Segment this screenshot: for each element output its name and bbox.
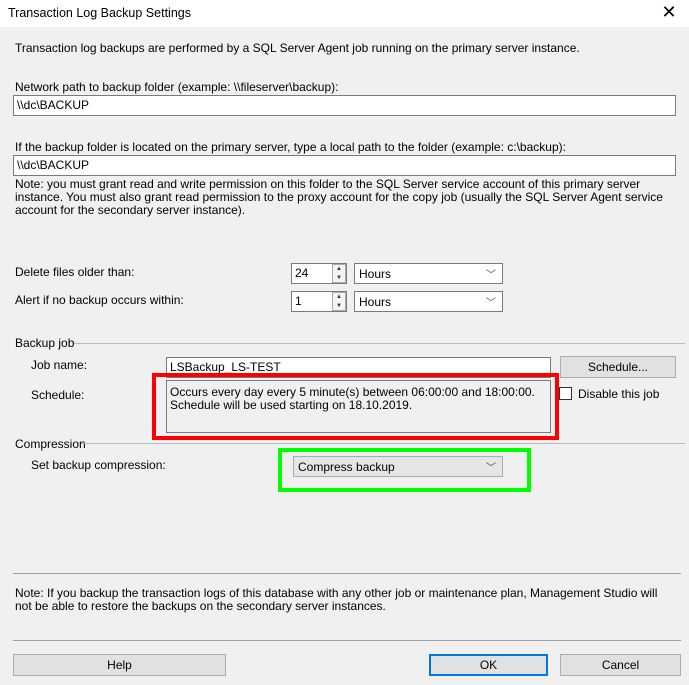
- schedule-highlight: [152, 373, 559, 440]
- section-divider: [74, 343, 685, 344]
- alert-unit-select[interactable]: Hours ﹀: [354, 291, 503, 312]
- disable-job-label[interactable]: Disable this job: [578, 387, 659, 401]
- divider: [13, 573, 681, 574]
- delete-unit-value: Hours: [359, 267, 392, 281]
- alert-unit-value: Hours: [359, 295, 392, 309]
- window-title: Transaction Log Backup Settings: [8, 6, 191, 20]
- job-name-label: Job name:: [31, 358, 88, 372]
- up-arrow-icon[interactable]: ▲: [333, 293, 345, 302]
- divider: [13, 640, 681, 641]
- compression-label: Set backup compression:: [31, 458, 166, 472]
- schedule-button[interactable]: Schedule...: [560, 356, 676, 378]
- compression-highlight: [278, 448, 531, 492]
- up-arrow-icon[interactable]: ▲: [333, 265, 345, 274]
- local-path-input[interactable]: \\dc\BACKUP: [13, 155, 676, 176]
- compression-section-label: Compression: [15, 437, 86, 451]
- close-icon[interactable]: ✕: [657, 2, 681, 23]
- ok-button[interactable]: OK: [429, 654, 548, 676]
- down-arrow-icon[interactable]: ▼: [333, 274, 345, 283]
- backup-job-section-label: Backup job: [15, 336, 75, 350]
- chevron-down-icon: ﹀: [486, 298, 496, 309]
- delete-files-label: Delete files older than:: [15, 265, 135, 279]
- network-path-label: Network path to backup folder (example: …: [15, 80, 339, 94]
- section-divider: [81, 443, 685, 444]
- alert-spinner[interactable]: ▲ ▼: [332, 292, 346, 311]
- cancel-button[interactable]: Cancel: [560, 654, 681, 676]
- permission-note: Note: you must grant read and write perm…: [15, 177, 663, 217]
- delete-files-spinner[interactable]: ▲ ▼: [332, 264, 346, 283]
- local-path-label: If the backup folder is located on the p…: [15, 140, 566, 154]
- chevron-down-icon: ﹀: [486, 270, 496, 281]
- down-arrow-icon[interactable]: ▼: [333, 302, 345, 311]
- disable-job-checkbox[interactable]: [559, 387, 572, 400]
- delete-files-unit-select[interactable]: Hours ﹀: [354, 263, 503, 284]
- help-button[interactable]: Help: [13, 654, 226, 676]
- intro-text: Transaction log backups are performed by…: [15, 41, 580, 55]
- schedule-label: Schedule:: [31, 388, 85, 402]
- network-path-input[interactable]: \\dc\BACKUP: [13, 95, 676, 116]
- alert-label: Alert if no backup occurs within:: [15, 293, 184, 307]
- footer-note: Note: If you backup the transaction logs…: [15, 586, 658, 613]
